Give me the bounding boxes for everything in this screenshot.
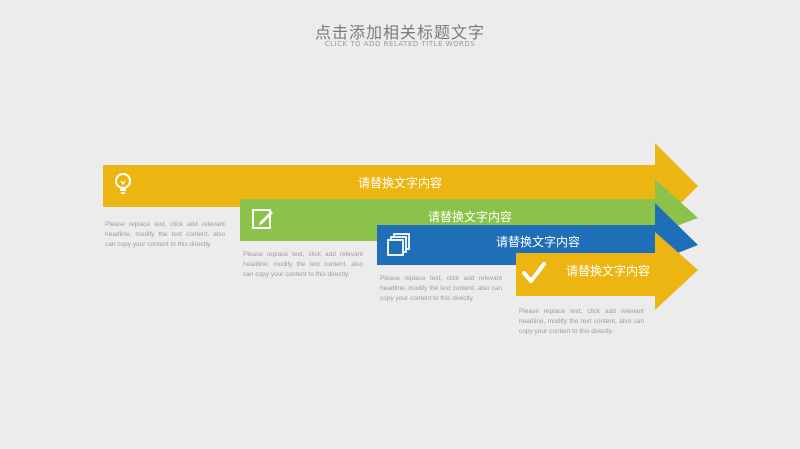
step-3-label: 请替换文字内容 [496, 235, 581, 249]
step-4-label: 请替换文字内容 [566, 264, 651, 278]
checkmark-icon [522, 262, 546, 283]
documents-icon [387, 233, 410, 256]
step-1-description: Please replace text, click add relevant … [105, 221, 225, 248]
step-1-label: 请替换文字内容 [358, 176, 443, 190]
step-2-label: 请替换文字内容 [428, 210, 513, 224]
step-3-description: Please replace text, click add relevant … [380, 275, 502, 302]
step-4-description: Please replace text, click add relevant … [519, 308, 644, 335]
edit-icon [252, 209, 273, 229]
lightbulb-icon [115, 173, 131, 194]
step-2-description: Please replace text, click add relevant … [243, 251, 363, 278]
